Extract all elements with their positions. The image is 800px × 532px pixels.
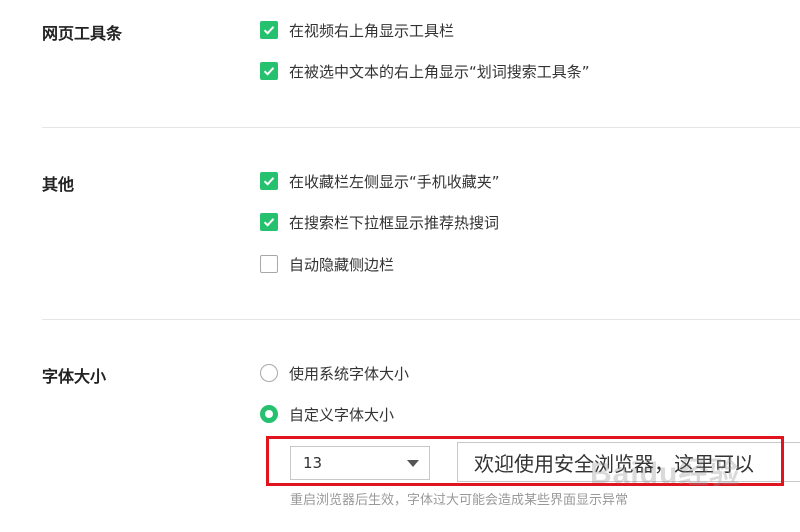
font-size-hint: 重启浏览器后生效，字体过大可能会造成某些界面显示异常 <box>290 493 629 508</box>
section-title-web-toolbar: 网页工具条 <box>42 24 123 43</box>
section-title-font-size: 字体大小 <box>42 367 107 386</box>
option-mobile-favorites[interactable]: 在收藏栏左侧显示“手机收藏夹” <box>260 171 500 191</box>
checkbox-checked-icon[interactable] <box>260 62 278 80</box>
checkbox-checked-icon[interactable] <box>260 213 278 231</box>
radio-custom-font-size[interactable]: 自定义字体大小 <box>260 404 394 424</box>
option-label: 在收藏栏左侧显示“手机收藏夹” <box>289 172 500 191</box>
checkbox-checked-icon[interactable] <box>260 21 278 39</box>
option-video-toolbar[interactable]: 在视频右上角显示工具栏 <box>260 20 454 40</box>
section-title-other: 其他 <box>42 175 75 194</box>
radio-unselected-icon[interactable] <box>260 364 278 382</box>
option-selection-search-toolbar[interactable]: 在被选中文本的右上角显示“划词搜索工具条” <box>260 61 590 81</box>
radio-system-font-size[interactable]: 使用系统字体大小 <box>260 363 409 383</box>
section-divider <box>42 319 800 320</box>
option-hot-search[interactable]: 在搜索栏下拉框显示推荐热搜词 <box>260 212 499 232</box>
option-label: 自动隐藏侧边栏 <box>289 255 395 274</box>
option-label: 在视频右上角显示工具栏 <box>289 21 455 40</box>
settings-page: 网页工具条 在视频右上角显示工具栏 在被选中文本的右上角显示“划词搜索工具条” … <box>0 0 800 532</box>
radio-selected-icon[interactable] <box>260 405 278 423</box>
section-divider <box>42 127 800 128</box>
checkbox-checked-icon[interactable] <box>260 172 278 190</box>
checkbox-unchecked-icon[interactable] <box>260 255 278 273</box>
option-label: 在被选中文本的右上角显示“划词搜索工具条” <box>289 62 590 81</box>
highlight-annotation-frame <box>266 436 784 486</box>
option-label: 自定义字体大小 <box>289 405 395 424</box>
option-auto-hide-sidebar[interactable]: 自动隐藏侧边栏 <box>260 254 394 274</box>
option-label: 在搜索栏下拉框显示推荐热搜词 <box>289 213 500 232</box>
option-label: 使用系统字体大小 <box>289 364 410 383</box>
